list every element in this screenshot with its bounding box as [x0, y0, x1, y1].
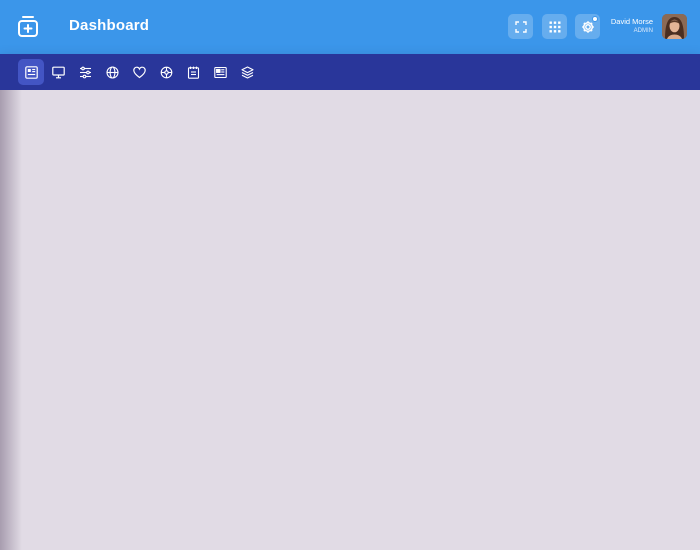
- top-header: Dashboard David Morse ADMIN: [0, 0, 700, 54]
- nav-item-dashboard[interactable]: [18, 59, 44, 85]
- ball-icon: [160, 66, 172, 78]
- dashboard-icon: [24, 65, 38, 79]
- heart-icon: [132, 66, 146, 78]
- sliders-icon: [79, 66, 91, 78]
- nav-item-notebook[interactable]: [180, 59, 206, 85]
- nav-item-heart[interactable]: [126, 59, 152, 85]
- main-content: [0, 90, 700, 550]
- grid-icon: [549, 21, 560, 32]
- notebook-icon: [187, 66, 199, 79]
- layers-icon: [240, 65, 254, 79]
- settings-button[interactable]: [575, 14, 600, 39]
- nav-item-sliders[interactable]: [72, 59, 98, 85]
- icon-navbar: [0, 54, 700, 90]
- sidebar-shadow: [0, 90, 22, 550]
- page-title: Dashboard: [69, 17, 150, 34]
- gear-icon: [581, 20, 594, 33]
- user-role: ADMIN: [633, 28, 653, 35]
- nav-item-dribbble[interactable]: [153, 59, 179, 85]
- user-name: David Morse: [610, 17, 653, 26]
- newspaper-icon: [213, 66, 227, 78]
- user-info[interactable]: David Morse ADMIN: [610, 17, 653, 35]
- expand-icon: [514, 20, 527, 33]
- avatar[interactable]: [662, 14, 687, 39]
- notification-badge: [592, 16, 598, 22]
- first-aid-kit-icon[interactable]: [15, 14, 41, 40]
- apps-button[interactable]: [542, 14, 567, 39]
- globe-icon: [105, 65, 119, 79]
- monitor-icon: [51, 66, 65, 78]
- fullscreen-button[interactable]: [508, 14, 533, 39]
- nav-item-newspaper[interactable]: [207, 59, 233, 85]
- nav-item-layers[interactable]: [234, 59, 260, 85]
- nav-item-monitor[interactable]: [45, 59, 71, 85]
- nav-item-globe[interactable]: [99, 59, 125, 85]
